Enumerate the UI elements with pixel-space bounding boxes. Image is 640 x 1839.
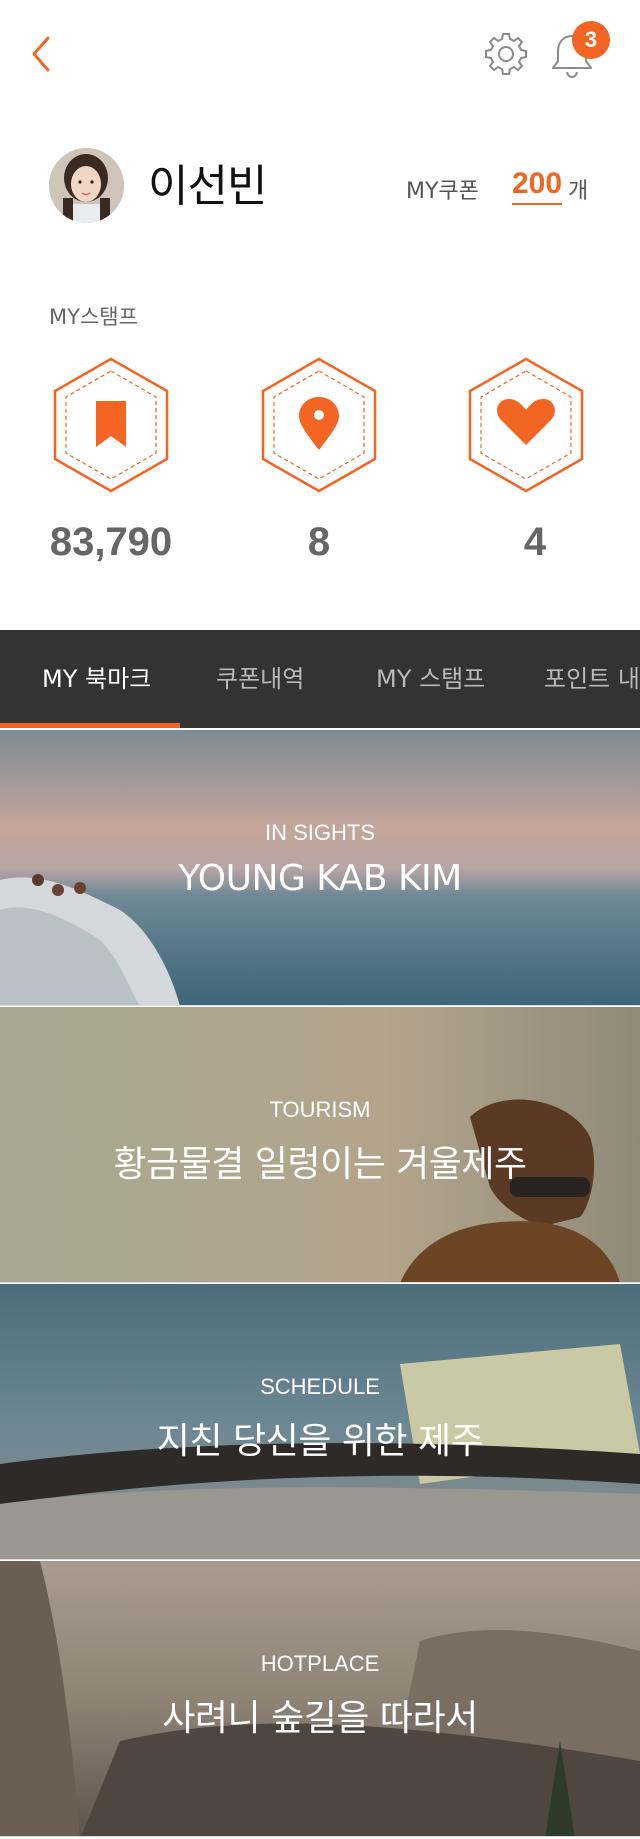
location-pin-icon [261, 357, 377, 493]
tab-point-history[interactable]: 포인트 내역 [544, 630, 640, 728]
card-category: HOTPLACE [260, 1651, 380, 1676]
card-category: IN SIGHTS [264, 820, 375, 845]
notification-badge: 3 [572, 21, 610, 59]
tab-bar: MY 북마크 쿠폰내역 MY 스탬프 포인트 내역 [0, 630, 640, 728]
coupon-unit: 개 [568, 179, 589, 204]
settings-button[interactable] [482, 30, 530, 78]
card-title: YOUNG KAB KIM [178, 858, 462, 899]
card-title: 황금물결 일렁이는 겨울제주 [113, 1144, 527, 1185]
card-title: 지친 당신을 위한 제주 [156, 1421, 484, 1462]
tab-my-bookmark[interactable]: MY 북마크 [42, 630, 151, 728]
bookmark-card-tourism[interactable]: TOURISM 황금물결 일렁이는 겨울제주 [0, 1007, 640, 1283]
tab-coupon-history[interactable]: 쿠폰내역 [216, 630, 304, 728]
back-button[interactable] [24, 30, 58, 78]
avatar-image [49, 148, 124, 223]
heart-icon [468, 357, 584, 493]
gear-icon [485, 33, 527, 75]
active-tab-indicator [0, 723, 180, 728]
stamp-bookmark[interactable] [40, 355, 180, 505]
bookmark-card-schedule[interactable]: SCHEDULE 지친 당신을 위한 제주 [0, 1284, 640, 1560]
stamp-heart[interactable] [455, 355, 595, 505]
bookmark-card-hotplace[interactable]: HOTPLACE 사려니 숲길을 따라서 [0, 1561, 640, 1837]
stamp-value-location: 8 [307, 520, 331, 564]
stamps-title: MY스탬프 [49, 305, 138, 329]
bookmark-card-insights[interactable]: IN SIGHTS YOUNG KAB KIM [0, 730, 640, 1006]
profile-section: 이선빈 MY쿠폰 200 개 [0, 140, 640, 235]
stamp-value-heart: 4 [523, 520, 547, 564]
tab-my-stamp[interactable]: MY 스탬프 [376, 630, 485, 728]
coupon-count[interactable]: 200 [512, 167, 563, 205]
user-name: 이선빈 [148, 161, 267, 212]
top-bar: 3 [0, 0, 640, 110]
card-category: TOURISM [269, 1097, 371, 1122]
coupon-label: MY쿠폰 [406, 179, 479, 204]
bookmark-icon [53, 357, 169, 493]
card-category: SCHEDULE [260, 1374, 380, 1399]
stamp-value-bookmark: 83,790 [49, 520, 173, 564]
card-title: 사려니 숲길을 따라서 [162, 1698, 478, 1739]
stamp-location[interactable] [248, 355, 388, 505]
chevron-left-icon [32, 36, 50, 72]
avatar[interactable] [49, 148, 124, 223]
